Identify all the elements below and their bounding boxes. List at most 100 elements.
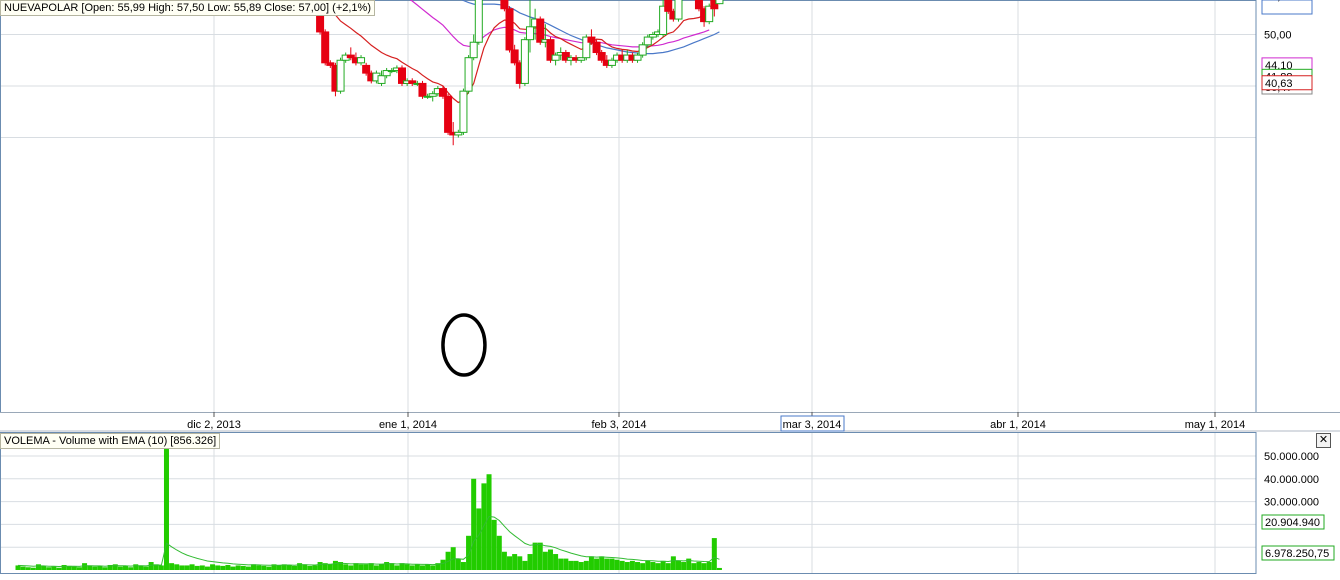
volume-bar[interactable] — [501, 551, 507, 570]
volume-bar[interactable] — [430, 565, 436, 570]
volume-bar[interactable] — [583, 560, 589, 570]
volume-bar[interactable] — [517, 556, 523, 570]
candle-body[interactable] — [438, 88, 447, 97]
volume-bar[interactable] — [578, 562, 584, 570]
volume-bar[interactable] — [143, 566, 149, 570]
candle-body[interactable] — [464, 57, 473, 92]
volume-bar[interactable] — [332, 560, 338, 570]
volume-bar[interactable] — [133, 564, 139, 570]
volume-bar[interactable] — [240, 565, 246, 570]
volume-bar[interactable] — [553, 554, 559, 570]
volume-bar[interactable] — [568, 560, 574, 570]
volume-bar[interactable] — [486, 474, 492, 570]
volume-bar[interactable] — [547, 549, 553, 570]
candle-body[interactable] — [536, 18, 545, 43]
volume-bar[interactable] — [496, 535, 502, 570]
volume-bar[interactable] — [419, 565, 425, 570]
volume-bar[interactable] — [92, 566, 98, 570]
volume-bar[interactable] — [624, 562, 630, 570]
volume-bar[interactable] — [532, 542, 538, 570]
volume-bar[interactable] — [675, 560, 681, 570]
candle-body[interactable] — [592, 41, 601, 54]
volume-bar[interactable] — [394, 565, 400, 570]
volume-bar[interactable] — [230, 566, 236, 570]
volume-bar[interactable] — [640, 563, 646, 570]
chart-canvas[interactable]: 100,0090,0080,0070,0060,0050,0050.000.00… — [0, 0, 1340, 575]
volume-bar[interactable] — [20, 566, 26, 570]
volume-bar[interactable] — [220, 565, 226, 570]
volume-bar[interactable] — [594, 558, 600, 570]
volume-bar[interactable] — [655, 563, 661, 570]
volume-bar[interactable] — [507, 556, 513, 570]
volume-bar[interactable] — [716, 567, 722, 570]
volume-bar[interactable] — [194, 565, 200, 570]
volume-bar[interactable] — [455, 558, 461, 570]
volume-bar[interactable] — [117, 566, 123, 570]
volume-bar[interactable] — [199, 565, 205, 570]
volume-bar[interactable] — [256, 565, 262, 570]
volume-bar[interactable] — [97, 565, 103, 570]
candle-body[interactable] — [362, 64, 371, 74]
volume-bar[interactable] — [179, 565, 185, 570]
candle-body[interactable] — [694, 0, 703, 10]
volume-bar[interactable] — [604, 558, 610, 570]
candle-body[interactable] — [469, 41, 478, 59]
volume-bar[interactable] — [15, 565, 21, 570]
volume-bar[interactable] — [440, 559, 446, 570]
volume-bar[interactable] — [491, 519, 497, 570]
volume-bar[interactable] — [123, 565, 129, 570]
volume-bar[interactable] — [245, 566, 251, 570]
volume-bar[interactable] — [691, 563, 697, 570]
volume-bar[interactable] — [573, 560, 579, 570]
volume-bar[interactable] — [363, 564, 369, 570]
volume-bar[interactable] — [629, 560, 635, 570]
volume-bar[interactable] — [51, 566, 57, 570]
volume-bar[interactable] — [425, 564, 431, 570]
volume-bar[interactable] — [76, 567, 82, 570]
candle-body[interactable] — [505, 8, 514, 51]
candle-body[interactable] — [633, 54, 642, 61]
candle-body[interactable] — [321, 31, 330, 64]
volume-bar[interactable] — [266, 566, 272, 570]
volume-bar[interactable] — [41, 565, 47, 570]
volume-bar[interactable] — [286, 564, 292, 570]
candle-body[interactable] — [607, 59, 616, 66]
candle-body[interactable] — [474, 0, 483, 43]
volume-bar[interactable] — [317, 562, 323, 570]
candle-body[interactable] — [520, 39, 529, 84]
volume-bar[interactable] — [71, 566, 77, 570]
volume-bar[interactable] — [128, 567, 134, 570]
volume-bar[interactable] — [189, 564, 195, 570]
volume-bar[interactable] — [404, 564, 410, 570]
volume-bar[interactable] — [471, 478, 477, 570]
candle-body[interactable] — [638, 44, 647, 56]
volume-bar[interactable] — [291, 565, 297, 570]
volume-bar[interactable] — [558, 558, 564, 570]
volume-bar[interactable] — [343, 564, 349, 570]
candle-body[interactable] — [551, 54, 560, 61]
candle-body[interactable] — [357, 57, 366, 64]
volume-bar[interactable] — [25, 567, 31, 570]
volume-bar[interactable] — [56, 567, 62, 570]
volume-bar[interactable] — [307, 565, 313, 570]
volume-bar[interactable] — [522, 560, 528, 570]
volume-bar[interactable] — [670, 556, 676, 570]
volume-bar[interactable] — [645, 560, 651, 570]
volume-bar[interactable] — [665, 563, 671, 570]
volume-bar[interactable] — [204, 566, 210, 570]
volume-bar[interactable] — [537, 542, 543, 570]
volume-bar[interactable] — [379, 564, 385, 570]
volume-bar[interactable] — [609, 558, 615, 570]
volume-bar[interactable] — [650, 562, 656, 570]
candle-body[interactable] — [444, 95, 453, 133]
candle-body[interactable] — [418, 82, 427, 97]
candle-body[interactable] — [377, 75, 386, 84]
volume-bar[interactable] — [696, 562, 702, 570]
volume-bar[interactable] — [358, 564, 364, 570]
volume-bar[interactable] — [225, 564, 231, 570]
volume-bar[interactable] — [660, 560, 666, 570]
volume-bar[interactable] — [542, 551, 548, 570]
volume-bar[interactable] — [635, 562, 641, 570]
volume-bar[interactable] — [348, 565, 354, 570]
volume-bar[interactable] — [460, 562, 466, 570]
